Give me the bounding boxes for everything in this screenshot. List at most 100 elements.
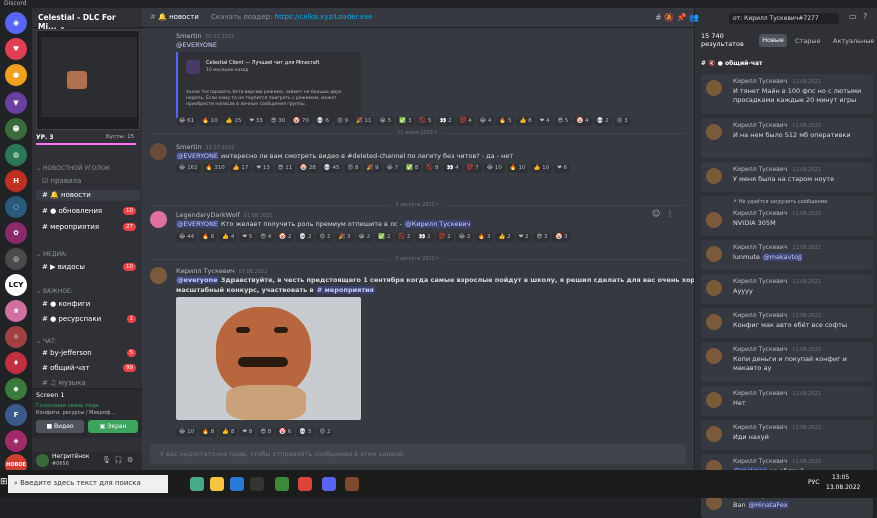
reaction[interactable]: 😂 4 xyxy=(476,117,495,126)
reaction[interactable]: 🤡 2 xyxy=(276,233,295,242)
reaction[interactable]: 🚫 8 xyxy=(423,164,442,173)
link-embed[interactable]: Celestial Client — Лучший чит для Minecr… xyxy=(176,52,361,122)
avatar[interactable] xyxy=(150,143,167,160)
channel-news[interactable]: # 🔔 новости xyxy=(36,190,140,201)
screen-button[interactable]: ▣ Экран xyxy=(88,420,138,433)
reaction[interactable]: 💀 2 xyxy=(296,233,315,242)
reaction[interactable]: 😡 3 xyxy=(613,117,631,126)
members-icon[interactable]: 👥 xyxy=(689,13,699,22)
search-result[interactable]: Кирилл Тускевич 11.08.2022 Копи деньги и п… xyxy=(701,342,873,382)
search-result[interactable]: Кирилл Тускевич 11.08.2022 Ауууу xyxy=(701,274,873,304)
result-author[interactable]: Кирилл Тускевич11.08.2022 xyxy=(733,458,821,465)
reaction[interactable]: 🤡 4 xyxy=(573,117,592,126)
reaction[interactable]: 😭 5 xyxy=(376,117,395,126)
reaction[interactable]: 😂 10 xyxy=(483,164,505,173)
server-icon[interactable]: ◌ xyxy=(5,196,27,218)
category-important[interactable]: ⌄ ВАЖНОЕ: xyxy=(36,288,73,295)
avatar[interactable] xyxy=(706,348,722,364)
reaction[interactable]: 👍 2 xyxy=(495,233,514,242)
reaction[interactable]: 🔥 3 xyxy=(475,233,494,242)
reaction[interactable]: 😭 7 xyxy=(383,164,402,173)
result-author[interactable]: Кирилл Тускевич11.08.2022 xyxy=(733,424,821,431)
reaction[interactable]: 😎 11 xyxy=(274,164,296,173)
server-icon[interactable]: ◍ xyxy=(5,144,27,166)
reaction[interactable]: 💯 4 xyxy=(456,117,475,126)
reaction[interactable]: ❤ 2 xyxy=(515,233,532,242)
reaction[interactable]: ✅ 2 xyxy=(375,233,394,242)
threads-icon[interactable]: # xyxy=(655,13,662,22)
boost-count[interactable]: Бусты: 15 xyxy=(106,134,134,140)
result-author[interactable]: Кирилл Тускевич11.08.2022 xyxy=(733,244,821,251)
reaction[interactable]: ❤ 6 xyxy=(554,164,570,173)
reaction[interactable]: 🔥 5 xyxy=(496,117,515,126)
result-author[interactable]: Кирилл Тускевич11.08.2022 xyxy=(733,278,821,285)
search-result[interactable]: Кирилл Тускевич 11.08.2022 И тянет Майн в … xyxy=(701,74,873,114)
reaction[interactable]: 😭 2 xyxy=(355,233,374,242)
channel-general-chat[interactable]: # общий-чат 99 xyxy=(36,363,140,374)
avatar[interactable] xyxy=(150,211,167,228)
search-result[interactable]: ↱ Не удаётся загрузить сообщение. Кирилл … xyxy=(701,196,873,236)
avatar[interactable] xyxy=(706,280,722,296)
taskbar-search[interactable]: ⌕ Введите здесь текст для поиска xyxy=(8,475,168,493)
screen-share-preview[interactable] xyxy=(36,30,140,130)
result-author[interactable]: Кирилл Тускевич11.08.2022 xyxy=(733,346,821,353)
server-icon[interactable]: ✿ xyxy=(5,222,27,244)
avatar[interactable] xyxy=(706,80,722,96)
channel-updates[interactable]: # ● обновления 10 xyxy=(36,206,140,217)
reaction[interactable]: 🎉 9 xyxy=(363,164,382,173)
reaction[interactable]: 😎 8 xyxy=(257,428,275,437)
server-icon[interactable]: ☻ xyxy=(5,118,27,140)
app-icon[interactable] xyxy=(345,477,359,491)
channel-events[interactable]: # мероприятия 27 xyxy=(36,222,140,233)
bell-icon[interactable]: 🔕 xyxy=(664,13,674,22)
headphones-icon[interactable]: 🎧 xyxy=(114,456,123,464)
result-channel[interactable]: # 🔇 ● общий-чат xyxy=(701,60,763,67)
app-icon[interactable] xyxy=(275,477,289,491)
microphone-icon[interactable]: 🎙 xyxy=(102,456,111,464)
reaction[interactable]: 😂 10 xyxy=(176,428,198,437)
message-author[interactable]: LegendaryDarkWolf 01.08.2022 xyxy=(176,211,273,219)
server-icon[interactable]: ♥ xyxy=(5,38,27,60)
server-icon[interactable]: ◎ xyxy=(5,248,27,270)
reaction[interactable]: ✅ 8 xyxy=(403,164,422,173)
server-icon[interactable]: ❀ xyxy=(5,300,27,322)
reaction[interactable]: 👀 4 xyxy=(443,164,462,173)
reaction[interactable]: ❤ 5 xyxy=(239,233,256,242)
result-author[interactable]: Кирилл Тускевич11.08.2022 xyxy=(733,312,821,319)
search-result[interactable]: Кирилл Тускевич 11.08.2022 Нет xyxy=(701,386,873,416)
reaction[interactable]: 💯 2 xyxy=(435,233,454,242)
reaction[interactable]: 🤡 6 xyxy=(276,428,295,437)
avatar[interactable] xyxy=(706,426,722,442)
message-author[interactable]: Smertin 11.07.2022 xyxy=(176,143,234,151)
reaction[interactable]: 🚫 5 xyxy=(416,117,435,126)
server-icon[interactable]: ◆ xyxy=(5,378,27,400)
reaction[interactable]: 😡 8 xyxy=(344,164,362,173)
avatar[interactable] xyxy=(706,314,722,330)
reaction[interactable]: 🚫 2 xyxy=(395,233,414,242)
avatar[interactable] xyxy=(150,267,167,284)
reaction[interactable]: 😂 61 xyxy=(176,117,198,126)
avatar[interactable] xyxy=(706,168,722,184)
chrome-icon[interactable] xyxy=(298,477,312,491)
server-icon[interactable]: ☼ xyxy=(5,326,27,348)
search-result[interactable]: Кирилл Тускевич 11.08.2022 Конфиг мак авто… xyxy=(701,308,873,338)
reaction[interactable]: ❤ 13 xyxy=(253,164,273,173)
server-icon[interactable]: F xyxy=(5,404,27,426)
server-icon[interactable]: ▼ xyxy=(5,92,27,114)
server-icon[interactable]: ● xyxy=(5,64,27,86)
reaction[interactable]: 😎 5 xyxy=(554,117,572,126)
help-icon[interactable]: ? xyxy=(863,12,867,21)
channel-rules[interactable]: ☑ правила xyxy=(36,176,140,187)
app-icon[interactable] xyxy=(190,477,204,491)
video-button[interactable]: ■ Видео xyxy=(36,420,84,433)
reaction[interactable]: 🎉 3 xyxy=(335,233,354,242)
reaction[interactable]: 👍 15 xyxy=(222,117,245,126)
inbox-icon[interactable]: ▭ xyxy=(849,12,857,21)
reaction[interactable]: 😂 2 xyxy=(455,233,474,242)
category-news[interactable]: ⌄ НОВОСТНОЙ УГОЛОК xyxy=(36,165,110,172)
message-author[interactable]: Кирилл Тускевич 07.08.2022 xyxy=(176,267,267,275)
avatar[interactable] xyxy=(706,124,722,140)
reaction[interactable]: 😡 9 xyxy=(333,117,351,126)
tab-oldest[interactable]: Старые xyxy=(795,37,821,45)
channel-by-jefferson[interactable]: # by-jefferson 5 xyxy=(36,348,140,359)
